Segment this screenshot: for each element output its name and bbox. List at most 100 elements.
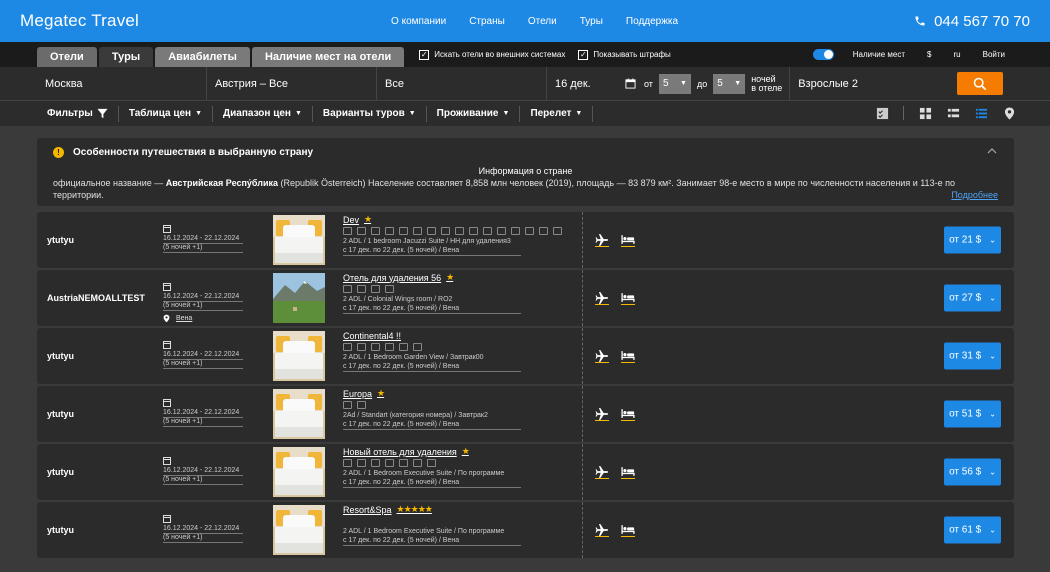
amenity-icon xyxy=(357,285,366,293)
price-table-dropdown[interactable]: Таблица цен ▼ xyxy=(119,105,214,122)
tour-services xyxy=(583,444,635,500)
hotel-name[interactable]: Отель для удаления 56 xyxy=(343,273,441,283)
tour-variants-label: Варианты туров xyxy=(322,108,405,119)
tabs-bar: Отели Туры Авиабилеты Наличие мест на от… xyxy=(0,42,1050,67)
hotel-bed-icon[interactable] xyxy=(621,407,635,421)
hotel-bed-icon[interactable] xyxy=(621,523,635,537)
room-description: 2 ADL / Colonial Wings room / RO2 xyxy=(343,296,453,303)
room-description: 2 ADL / 1 Bedroom Garden View / Завтрак0… xyxy=(343,354,484,361)
flight-dropdown[interactable]: Перелет ▼ xyxy=(520,105,594,122)
flight-icon[interactable] xyxy=(595,291,609,305)
nights-selector: от 5 ▼ до 5 ▼ ночей в отеле xyxy=(644,73,785,94)
hotel-name[interactable]: Europa xyxy=(343,389,372,399)
location-link[interactable]: Вена xyxy=(163,314,273,323)
tab-hotels[interactable]: Отели xyxy=(37,47,97,67)
availability-toggle[interactable] xyxy=(812,49,834,60)
price-button[interactable]: от 21 $ ⌄ xyxy=(944,226,1001,254)
external-search-label: Искать отели во внешних системах xyxy=(434,50,566,59)
external-search-checkbox[interactable]: ✓ Искать отели во внешних системах xyxy=(419,49,566,60)
date-field[interactable]: 16 дек. xyxy=(547,67,644,100)
brand-logo[interactable]: Megatec Travel xyxy=(20,11,139,31)
hotel-stars: ★ xyxy=(377,388,385,398)
price-range-dropdown[interactable]: Диапазон цен ▼ xyxy=(213,105,313,122)
hotel-name[interactable]: Dev xyxy=(343,215,359,225)
map-pin-icon[interactable] xyxy=(1002,106,1016,120)
tab-tours[interactable]: Туры xyxy=(98,47,154,67)
stay-period: с 17 дек. по 22 дек. (5 ночей) / Вена xyxy=(343,246,521,256)
language-selector[interactable]: ru xyxy=(953,50,960,59)
nights-to-select[interactable]: 5 ▼ xyxy=(713,73,746,94)
tab-hotel-availability[interactable]: Наличие мест на отели xyxy=(251,47,405,67)
amenity-icon xyxy=(357,459,366,467)
nights-label: ночей в отеле xyxy=(751,74,785,93)
grid-view-icon[interactable] xyxy=(918,106,932,120)
show-penalty-checkbox[interactable]: ✓ Показывать штрафы xyxy=(578,49,671,60)
hotel-name[interactable]: Resort&Spa xyxy=(343,505,392,515)
flight-icon[interactable] xyxy=(595,233,609,247)
hotel-bed-icon[interactable] xyxy=(621,465,635,479)
tab-flights[interactable]: Авиабилеты xyxy=(155,47,250,67)
hotel-name[interactable]: Continental4 !! xyxy=(343,331,401,341)
chevron-down-icon: ▼ xyxy=(195,110,203,117)
nights-from-select[interactable]: 5 ▼ xyxy=(658,73,691,94)
amenity-icon xyxy=(455,227,464,235)
currency-selector[interactable]: $ xyxy=(927,50,931,59)
amenity-icon xyxy=(343,227,352,235)
hotel-name[interactable]: Новый отель для удаления xyxy=(343,447,457,457)
hotel-photo[interactable] xyxy=(273,273,325,323)
nav-support[interactable]: Поддержка xyxy=(626,16,678,27)
list-view-icon[interactable] xyxy=(974,106,988,120)
phone[interactable]: 044 567 70 70 xyxy=(914,13,1030,30)
price-label: от 27 $ xyxy=(949,292,982,304)
nights-count: (5 ночей +1) xyxy=(163,476,243,485)
price-button[interactable]: от 51 $ ⌄ xyxy=(944,400,1001,428)
flight-icon[interactable] xyxy=(595,523,609,537)
nav-tours[interactable]: Туры xyxy=(580,16,603,27)
hotel-info: Europa ★ 2Ad / Standart (категория номер… xyxy=(325,386,583,442)
hotel-photo[interactable] xyxy=(273,505,325,555)
checklist-view-icon[interactable] xyxy=(875,106,889,120)
destination-field[interactable]: Австрия – Все xyxy=(207,67,377,100)
amenity-icon xyxy=(343,401,352,409)
resort-field[interactable]: Все xyxy=(377,67,547,100)
amenity-icon xyxy=(371,343,380,351)
hotel-photo[interactable] xyxy=(273,331,325,381)
login-link[interactable]: Войти xyxy=(983,50,1005,59)
adults-field[interactable]: Взрослые 2 xyxy=(789,67,957,100)
hotel-bed-icon[interactable] xyxy=(621,233,635,247)
notice-header[interactable]: ! Особенности путешествия в выбранную ст… xyxy=(53,147,998,158)
flight-icon[interactable] xyxy=(595,349,609,363)
tour-list: ytutyu 16.12.2024 - 22.12.2024 (5 ночей … xyxy=(37,212,1014,558)
price-button[interactable]: от 27 $ ⌄ xyxy=(944,284,1001,312)
tour-variants-dropdown[interactable]: Варианты туров ▼ xyxy=(313,105,427,122)
chevron-up-icon[interactable] xyxy=(986,145,998,157)
hotel-photo[interactable] xyxy=(273,215,325,265)
stay-period: с 17 дек. по 22 дек. (5 ночей) / Вена xyxy=(343,536,521,546)
nights-count: (5 ночей +1) xyxy=(163,302,243,311)
nav-countries[interactable]: Страны xyxy=(469,16,505,27)
amenity-icon xyxy=(385,459,394,467)
price-button[interactable]: от 61 $ ⌄ xyxy=(944,516,1001,544)
price-button[interactable]: от 56 $ ⌄ xyxy=(944,458,1001,486)
nav-about[interactable]: О компании xyxy=(391,16,446,27)
tour-services xyxy=(583,212,635,268)
hotel-bed-icon[interactable] xyxy=(621,291,635,305)
flight-icon[interactable] xyxy=(595,407,609,421)
flight-icon[interactable] xyxy=(595,465,609,479)
funnel-icon xyxy=(97,108,108,119)
map-pin-icon xyxy=(163,314,170,323)
table-view-icon[interactable] xyxy=(946,106,960,120)
departure-city-field[interactable]: Москва xyxy=(37,67,207,100)
room-description: 2Ad / Standart (категория номера) / Завт… xyxy=(343,412,488,419)
more-link[interactable]: Подробнее xyxy=(951,190,998,200)
hotel-bed-icon[interactable] xyxy=(621,349,635,363)
search-button[interactable] xyxy=(957,72,1004,95)
hotel-photo[interactable] xyxy=(273,389,325,439)
filters-button[interactable]: Фильтры xyxy=(37,105,119,122)
price-button[interactable]: от 31 $ ⌄ xyxy=(944,342,1001,370)
accommodation-dropdown[interactable]: Проживание ▼ xyxy=(427,105,521,122)
tour-dates: 16.12.2024 - 22.12.2024 (5 ночей +1) Вен… xyxy=(163,270,273,326)
hotel-photo[interactable] xyxy=(273,447,325,497)
nights-count: (5 ночей +1) xyxy=(163,418,243,427)
nav-hotels[interactable]: Отели xyxy=(528,16,557,27)
